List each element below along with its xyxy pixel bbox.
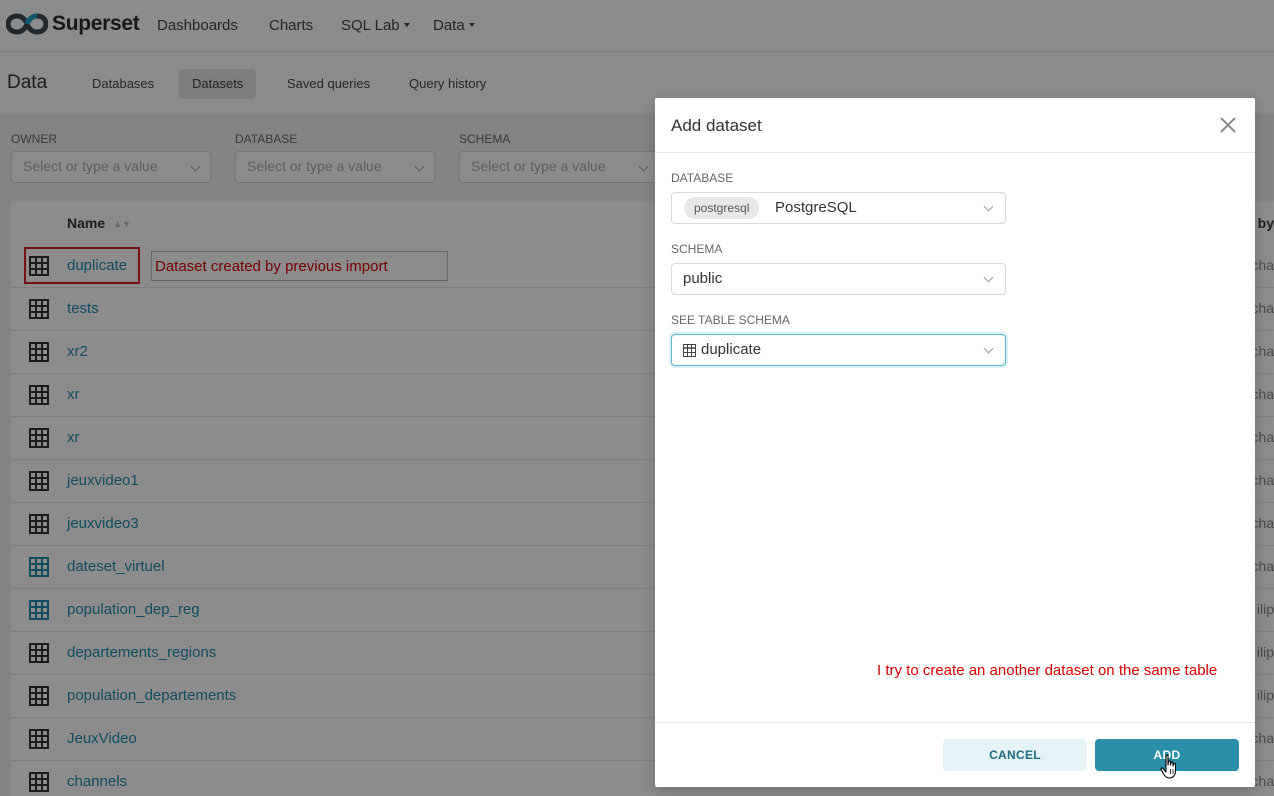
modal-annotation-note: I try to create an another dataset on th… — [877, 662, 1218, 679]
add-dataset-modal: Add dataset DATABASE postgresql PostgreS… — [655, 98, 1255, 787]
schema-select[interactable]: public — [671, 263, 1006, 295]
table-select[interactable]: duplicate — [671, 334, 1006, 366]
modal-header: Add dataset — [655, 98, 1255, 153]
hand-cursor-icon — [1160, 754, 1177, 779]
chevron-down-icon — [983, 343, 994, 354]
table-field-label: SEE TABLE SCHEMA — [671, 313, 790, 327]
database-type-badge: postgresql — [684, 197, 760, 219]
database-value: PostgreSQL — [775, 199, 857, 216]
schema-value: public — [683, 270, 723, 287]
database-select[interactable]: postgresql PostgreSQL — [671, 192, 1006, 224]
database-field-label: DATABASE — [671, 171, 734, 185]
table-icon — [683, 344, 696, 357]
chevron-down-icon — [983, 272, 994, 283]
cancel-button[interactable]: CANCEL — [943, 739, 1087, 771]
table-value: duplicate — [701, 341, 762, 358]
schema-field-label: SCHEMA — [671, 242, 723, 256]
close-icon[interactable] — [1219, 116, 1237, 134]
modal-title: Add dataset — [671, 116, 762, 135]
chevron-down-icon — [983, 201, 994, 212]
